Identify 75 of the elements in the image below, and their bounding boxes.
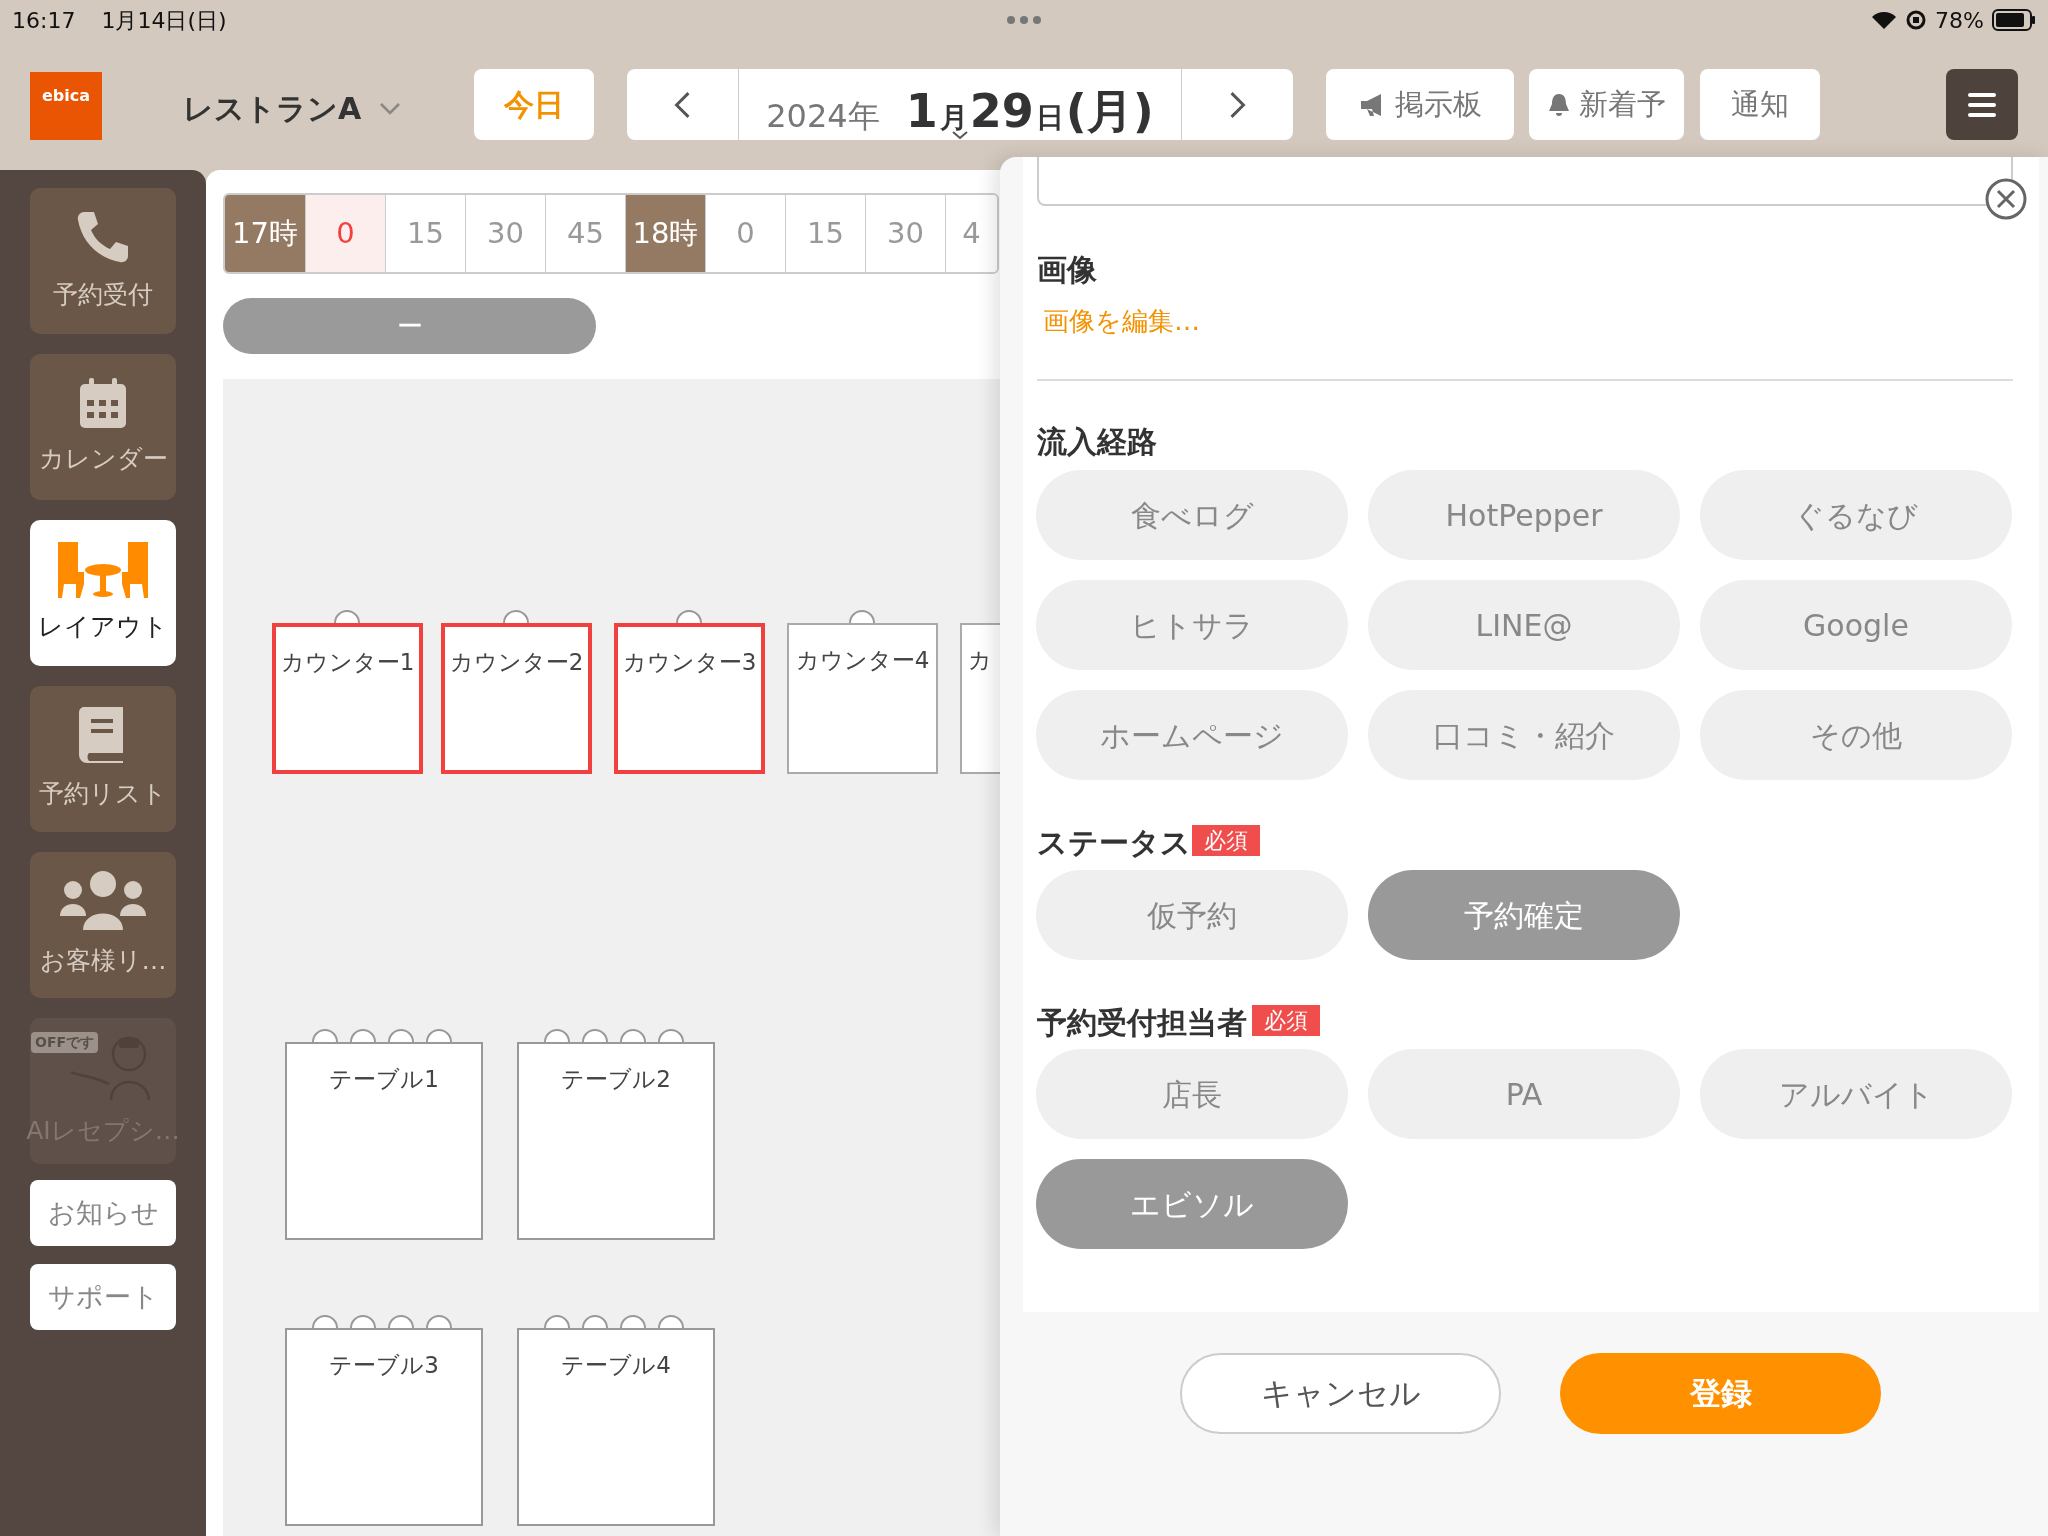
chairs-icon (544, 1029, 684, 1043)
option-chip[interactable]: HotPepper (1368, 470, 1680, 560)
option-chip[interactable]: ホームページ (1036, 690, 1348, 780)
sidebar-link[interactable]: サポート (30, 1264, 176, 1330)
sidebar-item[interactable]: お客様リ… (30, 852, 176, 998)
option-chip[interactable]: 仮予約 (1036, 870, 1348, 960)
option-chip[interactable]: PA (1368, 1049, 1680, 1139)
option-chip[interactable]: ぐるなび (1700, 470, 2012, 560)
chairs-icon (312, 1029, 452, 1043)
table-seat[interactable]: テーブル2 (517, 1042, 715, 1240)
section-heading: 流入経路 (1037, 423, 1157, 461)
more-icon[interactable] (1006, 15, 1042, 25)
option-chip[interactable]: エビソル (1036, 1159, 1348, 1249)
required-badge: 必須 (1192, 825, 1260, 856)
section-heading: 予約受付担当者 (1037, 1004, 1247, 1042)
time-cell[interactable]: 4 (945, 195, 997, 272)
chevron-down-icon[interactable] (951, 130, 969, 140)
option-chip[interactable]: ヒトサラ (1036, 580, 1348, 670)
logo[interactable]: ebica (30, 72, 102, 140)
hour-cell[interactable]: 18時 (625, 195, 705, 272)
counter-seat[interactable]: カウンター3 (614, 623, 765, 774)
option-chip[interactable]: 食べログ (1036, 470, 1348, 560)
header-button[interactable]: 通知 (1700, 69, 1820, 140)
section-heading: 画像 (1037, 251, 1097, 289)
people-icon (58, 870, 148, 933)
battery-icon (1992, 9, 2036, 31)
rotation-lock-icon (1905, 9, 1928, 31)
counter-seat[interactable]: カウンター2 (441, 623, 592, 774)
option-chip[interactable]: その他 (1700, 690, 2012, 780)
chair-icon (334, 610, 360, 624)
menu-icon[interactable] (1946, 69, 2018, 140)
sidebar-item[interactable]: 予約リスト (30, 686, 176, 832)
option-chip[interactable]: アルバイト (1700, 1049, 2012, 1139)
header-button[interactable]: 新着予 (1529, 69, 1684, 140)
counter-seat[interactable]: カウンター4 (787, 623, 938, 774)
chair-icon (503, 610, 529, 624)
chair-icon (849, 610, 875, 624)
hour-cell[interactable]: 17時 (225, 195, 305, 272)
battery-percent: 78% (1935, 6, 1984, 35)
time-bar[interactable]: ー (223, 298, 596, 354)
register-button[interactable]: 登録 (1560, 1353, 1881, 1434)
edit-image-link[interactable]: 画像を編集… (1043, 302, 1200, 341)
off-label: OFFです (31, 1032, 99, 1054)
table-seat[interactable]: テーブル1 (285, 1042, 483, 1240)
restaurant-dropdown[interactable]: レストランA (183, 86, 402, 131)
section-heading: ステータス (1037, 824, 1191, 862)
option-chip[interactable]: 予約確定 (1368, 870, 1680, 960)
bell-icon (1547, 91, 1571, 118)
chevron-down-icon (379, 101, 402, 116)
option-chip[interactable]: 口コミ・紹介 (1368, 690, 1680, 780)
sidebar-item[interactable]: レイアウト (30, 520, 176, 666)
time-cell[interactable]: 0 (305, 195, 385, 272)
option-chip[interactable]: 店長 (1036, 1049, 1348, 1139)
header-button[interactable]: 掲示板 (1326, 69, 1514, 140)
counter-seat[interactable]: カ (960, 623, 1000, 774)
required-badge: 必須 (1252, 1005, 1320, 1036)
cancel-button[interactable]: キャンセル (1180, 1353, 1501, 1434)
chairs-icon (544, 1315, 684, 1329)
status-time: 16:17 (12, 6, 76, 35)
counter-seat[interactable]: カウンター1 (272, 623, 423, 774)
chair-icon (676, 610, 702, 624)
option-chip[interactable]: Google (1700, 580, 2012, 670)
chairs-icon (312, 1315, 452, 1329)
option-chip[interactable]: LINE@ (1368, 580, 1680, 670)
table-seat[interactable]: テーブル4 (517, 1328, 715, 1526)
sidebar-item[interactable]: 予約受付 (30, 188, 176, 334)
status-date: 1月14日(日) (101, 6, 227, 35)
table-chairs-icon (56, 540, 150, 599)
sidebar-item[interactable]: カレンダー (30, 354, 176, 500)
today-button[interactable]: 今日 (474, 69, 594, 140)
close-icon[interactable] (1984, 177, 2028, 221)
sidebar-link[interactable]: お知らせ (30, 1180, 176, 1246)
table-seat[interactable]: テーブル3 (285, 1328, 483, 1526)
calendar-icon (78, 376, 128, 431)
wifi-icon (1871, 10, 1898, 30)
